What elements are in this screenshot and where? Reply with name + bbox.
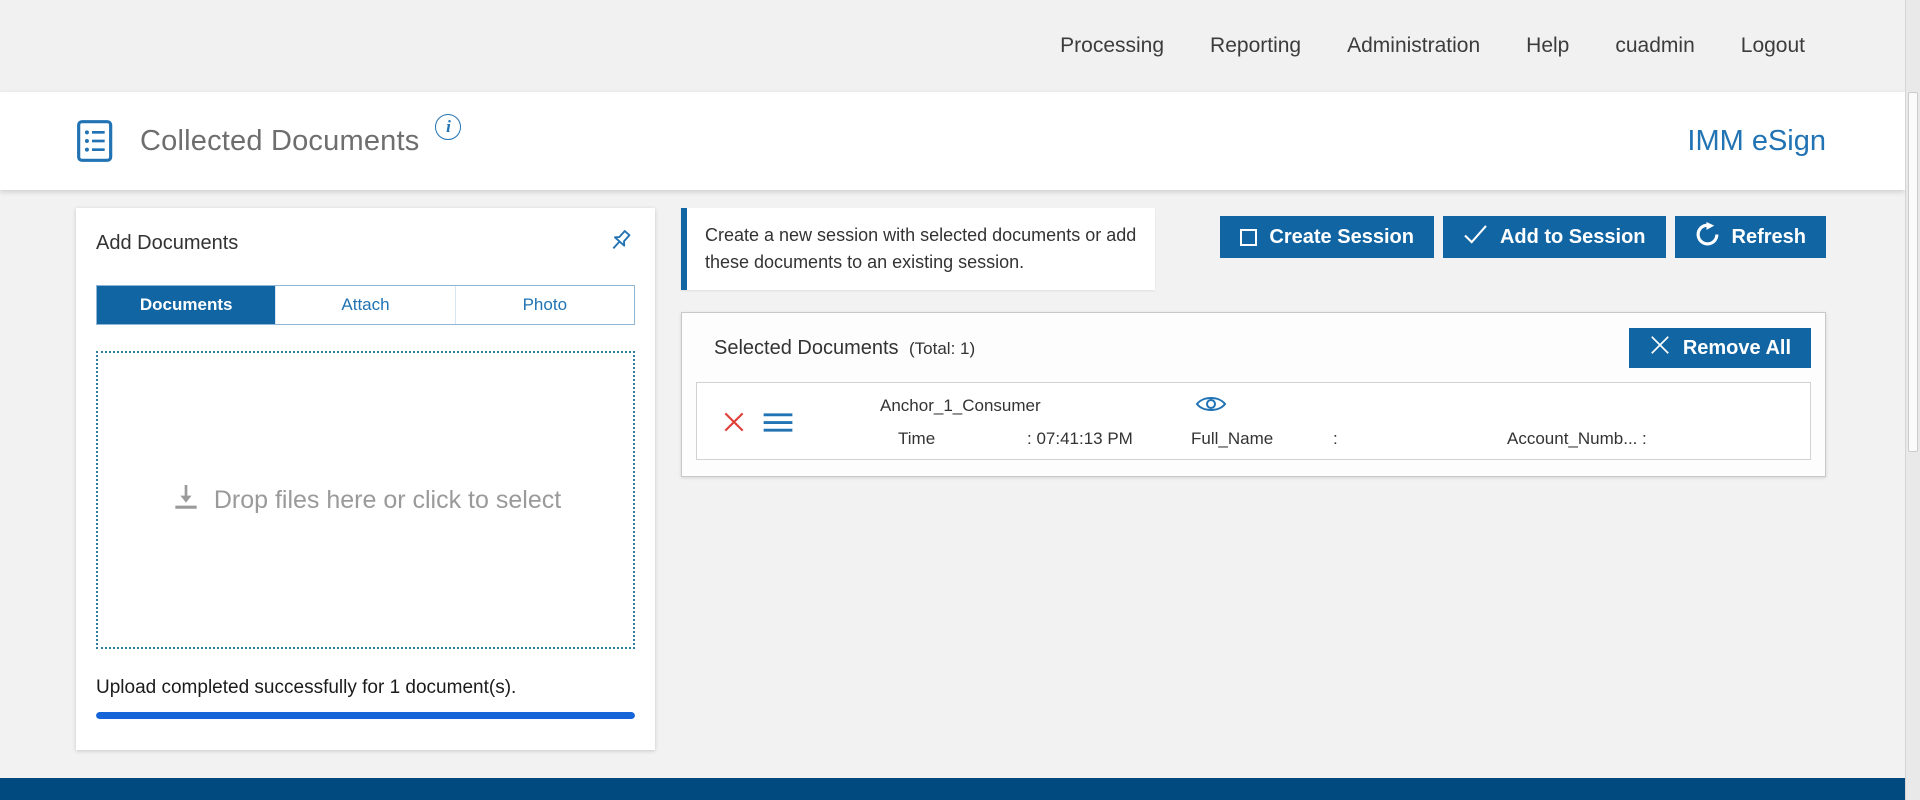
preview-eye-icon[interactable] (1195, 392, 1227, 421)
upload-status-text: Upload completed successfully for 1 docu… (96, 677, 635, 699)
refresh-button[interactable]: Refresh (1675, 216, 1826, 258)
main-content: Add Documents Documents Attach Photo (0, 190, 1905, 750)
session-column: Create a new session with selected docum… (681, 208, 1826, 477)
tab-attach[interactable]: Attach (275, 286, 454, 324)
top-nav: Processing Reporting Administration Help… (0, 0, 1905, 92)
document-row: Anchor_1_Consumer Time : 07:41:13 PM Ful… (696, 382, 1811, 460)
info-icon[interactable]: i (435, 114, 461, 140)
file-dropzone[interactable]: Drop files here or click to select (96, 351, 635, 649)
create-session-label: Create Session (1269, 226, 1414, 249)
field-label-time: Time (898, 429, 935, 449)
field-label-full-name: Full_Name (1191, 429, 1273, 449)
session-buttons: Create Session Add to Session (1220, 216, 1826, 258)
add-documents-title: Add Documents (96, 226, 238, 255)
pin-icon[interactable] (605, 226, 635, 261)
nav-reporting[interactable]: Reporting (1210, 34, 1301, 58)
nav-logout[interactable]: Logout (1741, 34, 1805, 58)
session-info-message: Create a new session with selected docum… (681, 208, 1155, 290)
refresh-label: Refresh (1732, 226, 1806, 249)
add-to-session-label: Add to Session (1500, 226, 1646, 249)
nav-administration[interactable]: Administration (1347, 34, 1480, 58)
refresh-icon (1695, 222, 1720, 253)
page-header: Collected Documents i IMM eSign (0, 92, 1905, 190)
selected-documents-title: Selected Documents (714, 337, 899, 359)
field-label-account-number: Account_Numb... (1507, 429, 1637, 449)
close-icon (1649, 334, 1671, 362)
field-value-account-number: : (1642, 429, 1647, 449)
nav-processing[interactable]: Processing (1060, 34, 1164, 58)
document-list-icon (76, 119, 116, 163)
create-session-button[interactable]: Create Session (1220, 216, 1434, 258)
drag-handle-icon[interactable] (761, 411, 795, 439)
app-window: Processing Reporting Administration Help… (0, 0, 1905, 800)
footer-bar (0, 778, 1905, 800)
brand-logo: IMM eSign (1687, 125, 1826, 158)
nav-help[interactable]: Help (1526, 34, 1569, 58)
checkmark-icon (1463, 224, 1488, 251)
scrollbar-track (1905, 0, 1920, 800)
selected-documents-panel: Selected Documents (Total: 1) Remove All (681, 312, 1826, 477)
download-icon (170, 481, 202, 520)
upload-progress-fill (96, 712, 635, 719)
selected-documents-total: (Total: 1) (909, 339, 975, 358)
selected-documents-heading: Selected Documents (Total: 1) (714, 337, 975, 360)
new-session-icon (1240, 229, 1257, 246)
nav-user-cuadmin[interactable]: cuadmin (1615, 34, 1694, 58)
dropzone-text: Drop files here or click to select (214, 486, 561, 515)
remove-all-button[interactable]: Remove All (1629, 328, 1811, 368)
page-title: Collected Documents (140, 125, 419, 158)
add-documents-tabs: Documents Attach Photo (96, 285, 635, 325)
upload-progress-bar (96, 712, 635, 719)
scrollbar-thumb[interactable] (1908, 92, 1918, 452)
tab-documents[interactable]: Documents (97, 286, 275, 324)
delete-document-icon[interactable] (721, 409, 747, 440)
document-name: Anchor_1_Consumer (880, 396, 1041, 416)
tab-photo[interactable]: Photo (455, 286, 634, 324)
add-to-session-button[interactable]: Add to Session (1443, 216, 1666, 258)
add-documents-panel: Add Documents Documents Attach Photo (76, 208, 655, 750)
field-value-full-name: : (1333, 429, 1338, 449)
field-value-time: : 07:41:13 PM (1027, 429, 1133, 449)
remove-all-label: Remove All (1683, 337, 1791, 360)
